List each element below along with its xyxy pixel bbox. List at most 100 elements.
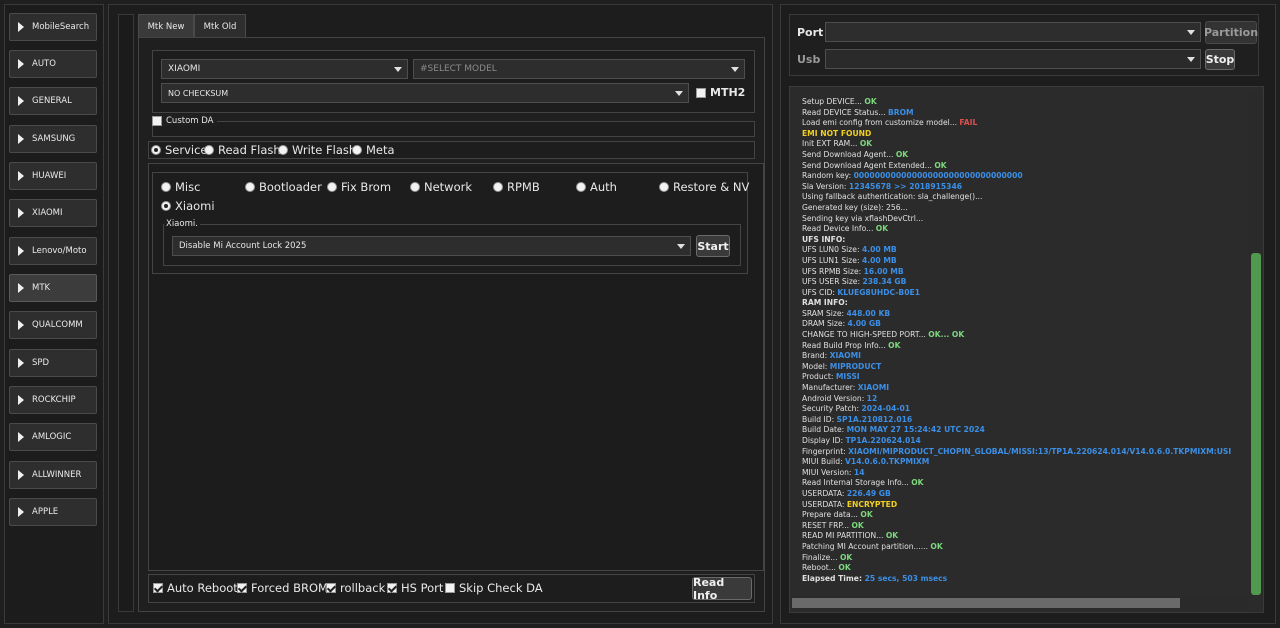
log-line: Sending key via xflashDevCtrl... — [802, 214, 1242, 225]
option-skip-check-da[interactable]: Skip Check DA — [445, 581, 543, 595]
log-line: Read DEVICE Status... BROM — [802, 108, 1242, 119]
log-line-value: ENCRYPTED — [846, 499, 898, 509]
log-line-text: Reboot... — [802, 563, 839, 573]
log-line-text: Android Version: — [802, 393, 867, 403]
option-hs-port[interactable]: HS Port — [387, 581, 443, 595]
function-radio-network[interactable]: Network — [410, 180, 472, 194]
option-rollback[interactable]: rollback — [326, 581, 385, 595]
log-line: Init EXT RAM... OK — [802, 139, 1242, 150]
sidebar-item-spd[interactable]: SPD — [9, 349, 97, 377]
log-line: Setup DEVICE... OK — [802, 97, 1242, 108]
function-radio-misc[interactable]: Misc — [161, 180, 200, 194]
start-button[interactable]: Start — [696, 235, 730, 257]
checkbox-icon — [153, 583, 163, 593]
sidebar-item-huawei[interactable]: HUAWEI — [9, 162, 97, 190]
mode-radio-meta[interactable]: Meta — [352, 143, 395, 157]
sidebar-item-auto[interactable]: AUTO — [9, 50, 97, 78]
sidebar-item-samsung[interactable]: SAMSUNG — [9, 125, 97, 153]
log-line-text: SRAM Size: — [802, 308, 847, 318]
tab-mtk-new[interactable]: Mtk New — [138, 14, 194, 38]
play-icon — [18, 134, 24, 144]
log-horizontal-scroll-thumb[interactable] — [792, 598, 1180, 608]
mode-radio-write-flash[interactable]: Write Flash — [278, 143, 356, 157]
checkbox-icon — [326, 583, 336, 593]
log-line-value: XIAOMI — [857, 383, 890, 393]
radio-icon — [204, 145, 214, 155]
sidebar-item-mtk[interactable]: MTK — [9, 274, 97, 302]
log-line-value: OK — [859, 139, 873, 149]
sidebar-item-allwinner[interactable]: ALLWINNER — [9, 461, 97, 489]
log-line-text: Security Patch: — [802, 404, 862, 414]
sidebar-item-lenovo-moto[interactable]: Lenovo/Moto — [9, 237, 97, 265]
log-line: Send Download Agent Extended... OK — [802, 161, 1242, 172]
xiaomi-operation-select[interactable]: Disable Mi Account Lock 2025 — [172, 236, 691, 256]
log-line-text: UFS LUN0 Size: — [802, 245, 862, 255]
log-line-value: TP1A.220624.014 — [845, 436, 921, 445]
partition-button[interactable]: Partition — [1204, 21, 1258, 44]
checkbox-icon — [237, 583, 247, 593]
sidebar-item-apple[interactable]: APPLE — [9, 498, 97, 526]
sidebar-item-xiaomi[interactable]: XIAOMI — [9, 199, 97, 227]
port-select[interactable] — [825, 22, 1201, 42]
option-auto-reboot[interactable]: Auto Reboot — [153, 581, 238, 595]
function-radio-bootloader[interactable]: Bootloader — [245, 180, 322, 194]
radio-icon — [493, 182, 503, 192]
function-radio-xiaomi[interactable]: Xiaomi — [161, 199, 215, 213]
log-output[interactable]: Setup DEVICE... OK Read DEVICE Status... … — [789, 86, 1264, 613]
log-line-value: OK — [875, 224, 889, 234]
log-line-value: OK — [930, 541, 943, 551]
xiaomi-group-title: Xiaomi. — [164, 219, 200, 229]
custom-da-label: Custom DA — [166, 116, 214, 126]
log-line: CHANGE TO HIGH-SPEED PORT... OK... OK — [802, 330, 1242, 341]
log-line-value: V14.0.6.0.TKPMIXM — [845, 457, 930, 467]
checksum-select-value: NO CHECKSUM — [168, 88, 229, 98]
log-line: MIUI Build: V14.0.6.0.TKPMIXM — [802, 457, 1242, 468]
log-line-value: BROM — [887, 107, 914, 117]
log-line-text: USERDATA: — [802, 499, 847, 509]
sidebar-item-label: QUALCOMM — [32, 320, 83, 330]
option-forced-brom[interactable]: Forced BROM — [237, 581, 328, 595]
mth2-checkbox[interactable]: MTH2 — [696, 86, 745, 99]
sidebar-item-qualcomm[interactable]: QUALCOMM — [9, 311, 97, 339]
sidebar-item-label: MTK — [32, 283, 51, 293]
function-radio-restore-nv[interactable]: Restore & NV — [659, 180, 749, 194]
tab-mtk-old[interactable]: Mtk Old — [194, 14, 246, 38]
log-line: Product: MISSI — [802, 372, 1242, 383]
sidebar-item-rockchip[interactable]: ROCKCHIP — [9, 386, 97, 414]
usb-select[interactable] — [825, 49, 1201, 69]
mode-radio-service[interactable]: Service — [151, 143, 208, 157]
sidebar-item-amlogic[interactable]: AMLOGIC — [9, 423, 97, 451]
play-icon — [18, 507, 24, 517]
log-line: RESET FRP... OK — [802, 521, 1242, 532]
function-radio-fix-brom[interactable]: Fix Brom — [327, 180, 391, 194]
log-line: Display ID: TP1A.220624.014 — [802, 436, 1242, 447]
log-vertical-scroll-thumb[interactable] — [1251, 253, 1261, 595]
play-icon — [18, 22, 24, 32]
log-line: DRAM Size: 4.00 GB — [802, 319, 1242, 330]
read-info-button[interactable]: Read Info — [692, 576, 752, 602]
log-line-text: Read Build Prop Info... — [802, 340, 889, 350]
sidebar-item-general[interactable]: GENERAL — [9, 87, 97, 115]
model-select[interactable]: #SELECT MODEL — [413, 59, 745, 79]
chevron-down-icon — [675, 91, 683, 96]
log-line-value: OK — [838, 563, 851, 573]
log-line-value: OK — [911, 478, 924, 488]
function-radio-auth[interactable]: Auth — [576, 180, 617, 194]
mode-radio-read-flash[interactable]: Read Flash — [204, 143, 281, 157]
function-radio-rpmb[interactable]: RPMB — [493, 180, 540, 194]
mth2-check-icon — [696, 87, 706, 98]
log-line-value: 4.00 MB — [861, 245, 897, 255]
log-line-text: RAM INFO: — [802, 298, 848, 308]
log-line-text: READ MI PARTITION... — [802, 531, 886, 541]
sidebar-item-mobilesearch[interactable]: MobileSearch — [9, 13, 97, 41]
custom-da-checkbox[interactable]: Custom DA — [152, 116, 218, 126]
log-line-value: OK... OK — [928, 330, 965, 340]
log-line-text: Random key: — [802, 171, 854, 181]
stop-button[interactable]: Stop — [1205, 49, 1235, 70]
brand-select[interactable]: XIAOMI — [161, 59, 408, 79]
log-line-value: SP1A.210812.016 — [836, 414, 913, 424]
function-radio-auth-label: Auth — [590, 180, 617, 194]
checksum-select[interactable]: NO CHECKSUM — [161, 83, 689, 103]
sidebar-item-label: XIAOMI — [32, 208, 63, 218]
play-icon — [18, 470, 24, 480]
